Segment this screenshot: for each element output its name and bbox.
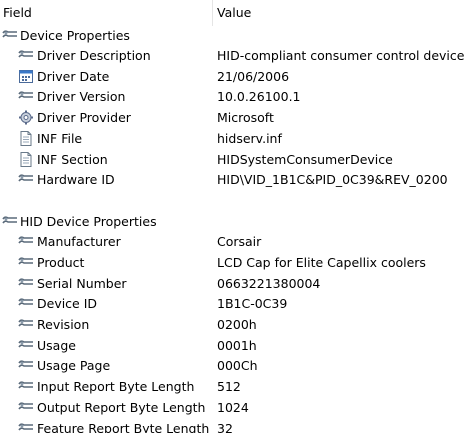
property-value: 1024	[217, 399, 249, 415]
property-row[interactable]: Usage Page 000Ch	[0, 355, 474, 376]
properties-icon	[2, 28, 18, 43]
properties-icon	[18, 338, 34, 353]
group-label: HID Device Properties	[20, 213, 157, 229]
property-row[interactable]: Input Report Byte Length 512	[0, 376, 474, 397]
property-value: Corsair	[217, 234, 262, 250]
property-row[interactable]: Driver Version 10.0.26100.1	[0, 86, 474, 107]
column-header: Field Value	[0, 0, 474, 24]
properties-icon	[2, 214, 18, 229]
document-icon	[18, 151, 34, 167]
properties-icon	[18, 255, 34, 270]
property-value: 0001h	[217, 337, 257, 353]
property-label: INF File	[37, 130, 83, 146]
column-divider[interactable]	[212, 0, 213, 26]
properties-icon	[18, 276, 34, 291]
property-value: Microsoft	[217, 110, 274, 126]
gear-icon	[18, 110, 34, 125]
property-value: HID-compliant consumer control device	[217, 48, 465, 63]
field-column-header[interactable]: Field	[3, 5, 32, 20]
property-row[interactable]: Product LCD Cap for Elite Capellix coole…	[0, 252, 474, 273]
property-row[interactable]: Usage 0001h	[0, 335, 474, 356]
properties-icon	[18, 89, 34, 104]
property-label: Product	[37, 254, 85, 270]
property-row[interactable]: Hardware ID HID\VID_1B1C&PID_0C39&REV_02…	[0, 169, 474, 190]
properties-icon	[18, 296, 34, 311]
property-row[interactable]: Driver Date 21/06/2006	[0, 66, 474, 87]
property-value: 000Ch	[217, 358, 258, 374]
value-column-header[interactable]: Value	[217, 5, 251, 20]
property-value: 0663221380004	[217, 275, 321, 291]
property-value: 10.0.26100.1	[217, 89, 301, 105]
property-value: 512	[217, 379, 241, 395]
properties-icon	[18, 379, 34, 394]
properties-icon	[18, 172, 34, 187]
property-row[interactable]: Manufacturer Corsair	[0, 231, 474, 252]
property-value: HIDSystemConsumerDevice	[217, 151, 393, 167]
property-value: 1B1C-0C39	[217, 296, 288, 312]
properties-icon	[18, 358, 34, 373]
properties-icon	[18, 48, 34, 63]
property-label: Usage	[37, 337, 76, 353]
property-label: Manufacturer	[37, 234, 121, 250]
property-value: 0200h	[217, 317, 257, 332]
property-label: INF Section	[37, 151, 108, 167]
property-row[interactable]: Device ID 1B1C-0C39	[0, 293, 474, 314]
property-row[interactable]: Output Report Byte Length 1024	[0, 397, 474, 418]
properties-icon	[18, 234, 34, 249]
property-label: Serial Number	[37, 275, 127, 291]
group-hid-device-properties[interactable]: HID Device Properties	[0, 211, 474, 232]
property-value: HID\VID_1B1C&PID_0C39&REV_0200	[217, 172, 448, 188]
properties-icon	[18, 317, 34, 332]
properties-grid: Field Value Device Properties Driver Des…	[0, 0, 474, 433]
property-label: Driver Description	[37, 48, 151, 63]
property-label: Feature Report Byte Length	[37, 420, 210, 433]
property-label: Revision	[37, 317, 90, 332]
property-row[interactable]: INF File hidserv.inf	[0, 128, 474, 149]
property-row[interactable]: Driver Provider Microsoft	[0, 107, 474, 128]
property-value: LCD Cap for Elite Capellix coolers	[217, 254, 426, 270]
property-row[interactable]: Revision 0200h	[0, 314, 474, 335]
property-row[interactable]: INF Section HIDSystemConsumerDevice	[0, 149, 474, 170]
property-label: Driver Provider	[37, 110, 131, 126]
property-value: 32	[217, 420, 233, 433]
property-value: hidserv.inf	[217, 130, 282, 146]
property-value: 21/06/2006	[217, 68, 290, 84]
property-row[interactable]: Driver Description HID-compliant consume…	[0, 45, 474, 66]
property-row[interactable]: Feature Report Byte Length 32	[0, 418, 474, 433]
property-row[interactable]: Serial Number 0663221380004	[0, 273, 474, 294]
calendar-icon	[18, 69, 34, 84]
property-label: Usage Page	[37, 358, 111, 374]
property-label: Driver Version	[37, 89, 126, 105]
group-device-properties[interactable]: Device Properties	[0, 25, 474, 46]
document-icon	[18, 130, 34, 146]
property-label: Device ID	[37, 296, 98, 312]
property-label: Hardware ID	[37, 172, 115, 188]
group-label: Device Properties	[20, 27, 130, 43]
properties-icon	[18, 400, 34, 415]
property-label: Output Report Byte Length	[37, 399, 206, 415]
properties-icon	[18, 421, 34, 433]
property-label: Input Report Byte Length	[37, 379, 195, 395]
property-label: Driver Date	[37, 68, 110, 84]
